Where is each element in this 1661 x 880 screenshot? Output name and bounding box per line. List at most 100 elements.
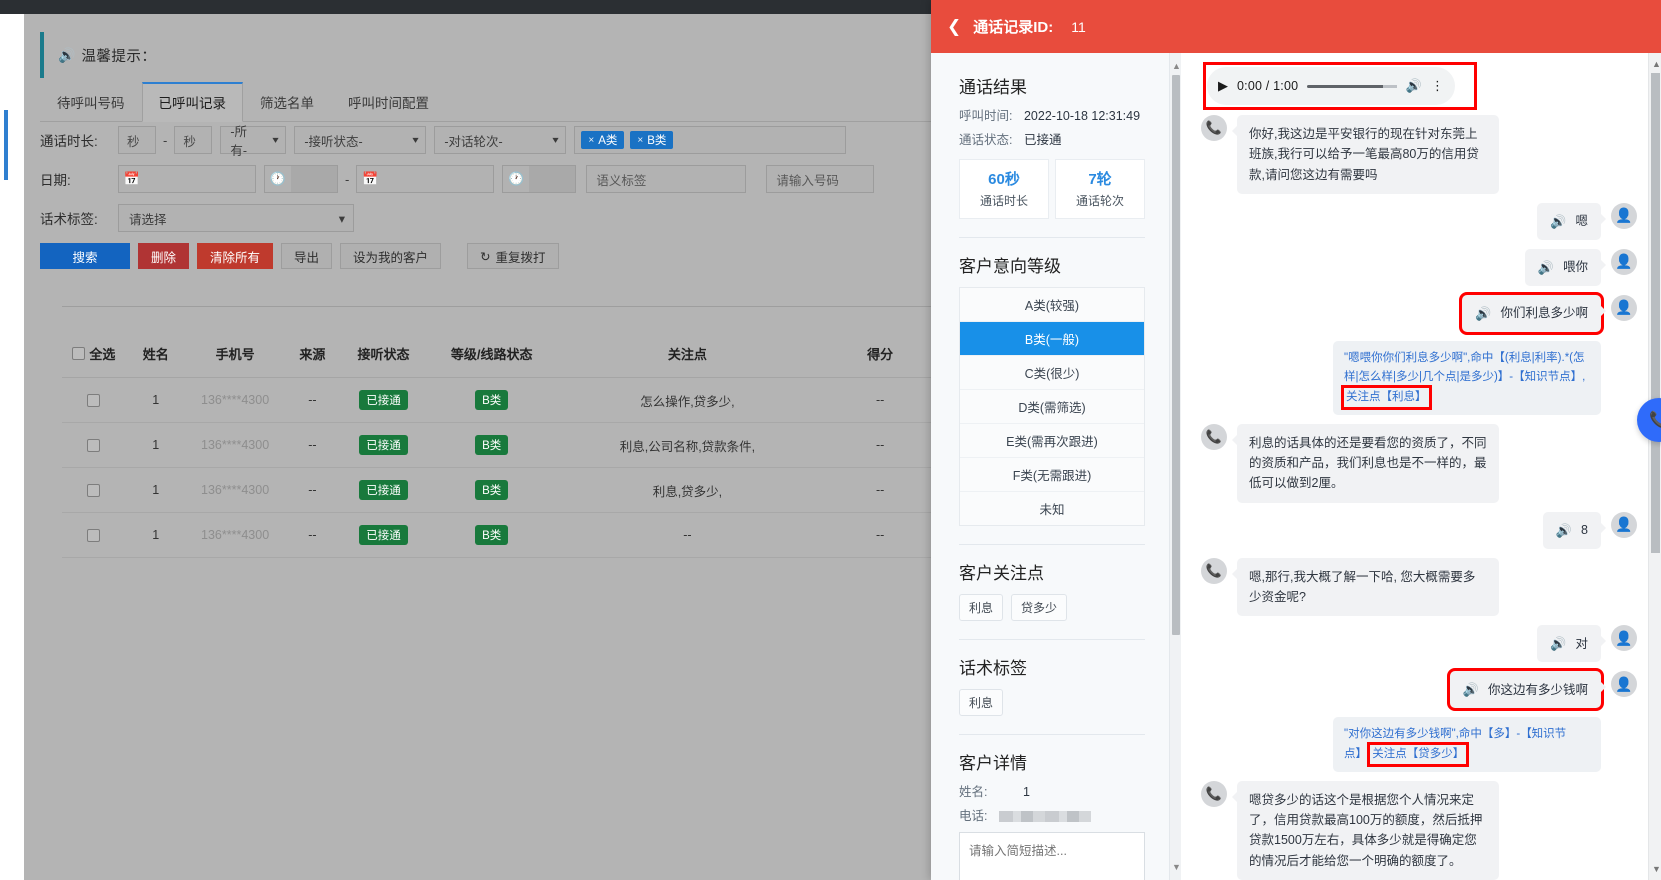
tab-filter-list[interactable]: 筛选名单 <box>243 83 331 122</box>
script-tag-dropdown[interactable]: 请选择 ▾ <box>118 204 354 232</box>
tag-chip-b-label: B类 <box>647 135 667 147</box>
audio-player[interactable]: ▶ 0:00 / 1:00 🔊 ⋮ <box>1207 67 1455 105</box>
tab-call-time-config[interactable]: 呼叫时间配置 <box>331 83 446 122</box>
audio-progress-bar[interactable] <box>1307 84 1397 88</box>
chevron-left-icon[interactable]: ❮ <box>947 17 961 37</box>
time-start-value <box>291 166 337 192</box>
tag-chip-a[interactable]: × A类 <box>581 131 625 149</box>
customer-note-textarea[interactable] <box>959 831 1145 880</box>
call-result-heading: 通话结果 <box>959 78 1027 97</box>
message-bubble-customer[interactable]: 🔊 你这边有多少钱啊 <box>1446 668 1607 712</box>
intent-level-item-4[interactable]: E类(需再次跟进) <box>960 423 1144 458</box>
cell-checkbox[interactable] <box>62 377 126 423</box>
table-row[interactable]: 1 136****4300 -- 已接通 B类 利息,公司名称,贷款条件, -- <box>62 422 931 468</box>
select-answer-status-dropdown[interactable]: -接听状态- ▾ <box>294 126 427 154</box>
scroll-up-icon[interactable]: ▲ <box>1652 59 1661 69</box>
intent-level-item-0[interactable]: A类(较强) <box>960 287 1144 322</box>
tag-chip-b[interactable]: × B类 <box>630 131 674 149</box>
info-column-scrollbar[interactable]: ▲ ▼ <box>1169 53 1181 880</box>
conversation-scrollbar[interactable]: ▲ ▼ <box>1648 53 1661 880</box>
conversation-column: ▶ 0:00 / 1:00 🔊 ⋮ 📞 你好,我这边是平安银行的现在针对东莞上班族… <box>1181 53 1661 880</box>
th-source: 来源 <box>284 334 341 378</box>
scroll-down-icon[interactable]: ▼ <box>1172 862 1181 872</box>
scroll-up-icon[interactable]: ▲ <box>1172 61 1181 71</box>
select-all-dropdown[interactable]: -所有- ▾ <box>220 125 287 158</box>
intent-level-item-3[interactable]: D类(需筛选) <box>960 389 1144 424</box>
table-row[interactable]: 1 136****4300 -- 已接通 B类 -- -- <box>62 512 931 558</box>
table-row[interactable]: 1 136****4300 -- 已接通 B类 利息,贷多少, -- <box>62 467 931 513</box>
message-bubble-customer[interactable]: 🔊 嗯 <box>1537 202 1606 240</box>
tab-called-records[interactable]: 已呼叫记录 <box>141 82 243 122</box>
clear-all-button[interactable]: 清除所有 <box>197 243 274 269</box>
message-bubble-customer[interactable]: 🔊 你们利息多少啊 <box>1459 291 1606 335</box>
customer-name-label: 姓名: <box>959 784 988 799</box>
refresh-icon: ↻ <box>480 249 491 264</box>
left-gutter <box>0 14 24 880</box>
time-end-value <box>529 166 576 192</box>
kebab-menu-icon[interactable]: ⋮ <box>1431 78 1444 94</box>
scroll-thumb[interactable] <box>1172 75 1180 635</box>
speaker-icon[interactable]: 🔊 <box>1463 679 1479 700</box>
scroll-thumb[interactable] <box>1651 73 1660 553</box>
cell-name: 1 <box>125 377 186 423</box>
focus-tag-1[interactable]: 贷多少 <box>1011 593 1068 621</box>
message-bubble-customer[interactable]: 🔊 喂你 <box>1524 248 1607 286</box>
tab-pending-numbers[interactable]: 待呼叫号码 <box>40 83 142 122</box>
th-focus-points: 关注点 <box>556 334 819 378</box>
table-body: 1 136****4300 -- 已接通 B类 怎么操作,贷多少, -- 1 136****43… <box>62 377 931 558</box>
speaker-icon[interactable]: 🔊 <box>1550 633 1566 654</box>
cell-checkbox[interactable] <box>62 422 126 468</box>
scroll-down-icon[interactable]: ▼ <box>1652 864 1661 874</box>
cell-checkbox[interactable] <box>62 467 126 513</box>
set-my-customer-button[interactable]: 设为我的客户 <box>340 243 442 269</box>
speaker-icon[interactable]: 🔊 <box>1550 211 1566 232</box>
remove-icon[interactable]: × <box>637 135 643 146</box>
cell-score: -- <box>818 377 931 423</box>
row-checkbox[interactable] <box>87 484 101 498</box>
level-badge: B类 <box>475 435 509 455</box>
intent-level-item-6[interactable]: 未知 <box>960 491 1144 525</box>
intent-level-item-2[interactable]: C类(很少) <box>960 355 1144 390</box>
speaker-icon[interactable]: 🔊 <box>1538 257 1554 278</box>
time-end-input[interactable]: 🕐 <box>502 165 577 193</box>
cell-checkbox[interactable] <box>62 512 126 558</box>
clock-icon: 🕐 <box>269 171 287 186</box>
delete-button[interactable]: 删除 <box>138 243 190 269</box>
message-annotation-row: "对你这边有多少钱啊",命中【多】-【知识节点】, 关注点【贷多少】 <box>1201 717 1637 772</box>
speaker-icon[interactable]: 🔊 <box>1556 520 1572 541</box>
message-bubble-customer[interactable]: 🔊 8 <box>1542 511 1607 549</box>
row-checkbox[interactable] <box>87 394 101 408</box>
row-checkbox[interactable] <box>87 529 101 543</box>
intent-level-item-1[interactable]: B类(一般) <box>960 321 1144 356</box>
date-start-input[interactable]: 📅 <box>118 165 256 193</box>
message-text: 你这边有多少钱啊 <box>1487 682 1588 697</box>
focus-tag-0[interactable]: 利息 <box>959 593 1004 621</box>
selected-tags-box[interactable]: × A类 × B类 <box>574 126 847 154</box>
select-all-checkbox[interactable] <box>72 347 86 360</box>
time-start-input[interactable]: 🕐 <box>264 165 338 193</box>
script-tag-0[interactable]: 利息 <box>959 688 1004 716</box>
select-rounds-dropdown[interactable]: -对话轮次- ▾ <box>434 126 567 154</box>
export-button[interactable]: 导出 <box>281 243 333 269</box>
th-level-line-status: 等级/线路状态 <box>426 334 557 378</box>
speaker-icon[interactable]: 🔊 <box>1475 303 1491 324</box>
message-bubble-customer[interactable]: 🔊 对 <box>1537 625 1606 663</box>
drawer-header: ❮ 通话记录ID: 11 <box>931 0 1661 53</box>
drawer-title: 通话记录ID: <box>973 19 1054 36</box>
date-end-input[interactable]: 📅 <box>356 165 495 193</box>
play-icon[interactable]: ▶ <box>1218 78 1228 94</box>
volume-icon[interactable]: 🔊 <box>1406 78 1422 94</box>
phone-number-input[interactable]: 请输入号码 <box>766 165 875 193</box>
duration-max-input[interactable]: 秒 <box>174 126 213 154</box>
customer-phone-row: 电话: <box>959 808 1145 825</box>
th-score: 得分 <box>818 334 931 378</box>
remove-icon[interactable]: × <box>588 135 594 146</box>
duration-min-input[interactable]: 秒 <box>118 126 156 154</box>
intent-level-item-5[interactable]: F类(无需跟进) <box>960 457 1144 492</box>
duration-range-dash: - <box>163 132 168 148</box>
semantic-tag-input[interactable]: 语义标签 <box>586 165 747 193</box>
row-checkbox[interactable] <box>87 439 101 453</box>
table-row[interactable]: 1 136****4300 -- 已接通 B类 怎么操作,贷多少, -- <box>62 377 931 423</box>
search-button[interactable]: 搜索 <box>40 243 130 269</box>
redial-button[interactable]: ↻ 重复拨打 <box>467 243 559 269</box>
